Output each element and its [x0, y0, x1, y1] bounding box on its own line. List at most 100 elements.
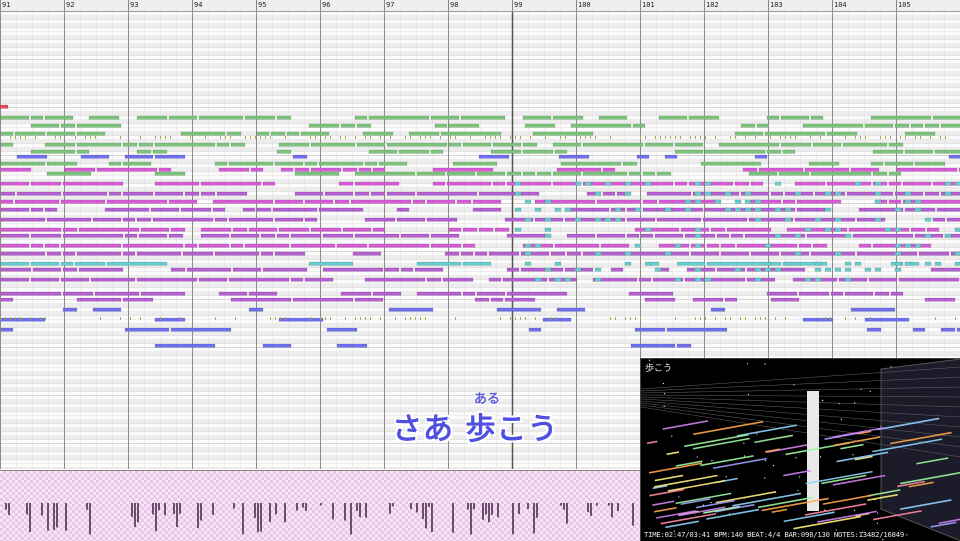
note [427, 278, 441, 281]
note [341, 124, 355, 127]
note [63, 192, 107, 195]
note [371, 192, 385, 195]
note [79, 228, 139, 231]
note [1, 318, 45, 321]
note [183, 252, 213, 255]
note [705, 278, 711, 281]
note [263, 344, 291, 347]
note [795, 218, 855, 221]
note [31, 124, 59, 127]
note [637, 155, 649, 158]
note [263, 182, 275, 185]
note [201, 228, 231, 231]
bar-number-99: 99 [512, 0, 522, 10]
note [31, 234, 61, 237]
note [185, 244, 197, 247]
note [1, 292, 61, 295]
note [575, 268, 581, 271]
velocity-lane[interactable] [0, 470, 640, 541]
note [477, 292, 505, 295]
velocity-bar [65, 503, 67, 531]
note [945, 182, 951, 185]
note [737, 244, 767, 247]
velocity-bar [41, 503, 43, 516]
note [525, 252, 531, 255]
note [93, 218, 121, 221]
note [447, 182, 491, 185]
velocity-bar [485, 503, 487, 514]
note [335, 200, 349, 203]
note [707, 262, 767, 265]
note [45, 244, 59, 247]
bar-number-95: 95 [256, 0, 266, 10]
note [625, 182, 631, 185]
velocity-bar [86, 503, 88, 510]
note [379, 162, 407, 165]
velocity-bar [29, 503, 31, 532]
note [105, 208, 149, 211]
note [755, 200, 761, 203]
note [885, 162, 913, 165]
note [249, 228, 277, 231]
note [875, 200, 881, 203]
note [633, 124, 645, 127]
note [445, 252, 459, 255]
note [409, 132, 439, 135]
note [835, 228, 841, 231]
note [219, 292, 247, 295]
note [65, 168, 95, 171]
note [479, 228, 493, 231]
bar-tick [320, 0, 321, 11]
note [889, 200, 901, 203]
note [1, 228, 61, 231]
note [545, 234, 551, 237]
note [387, 192, 415, 195]
note [81, 155, 109, 158]
note [433, 182, 445, 185]
note [1, 218, 45, 221]
bar-number-98: 98 [448, 0, 458, 10]
note [783, 200, 795, 203]
velocity-bar [233, 503, 235, 509]
note [605, 218, 611, 221]
note [675, 143, 703, 146]
note [835, 218, 841, 221]
note [275, 200, 303, 203]
note [427, 218, 457, 221]
note [233, 228, 247, 231]
note [125, 234, 137, 237]
note [927, 228, 939, 231]
preview-song-title: 歩こう [645, 361, 672, 374]
note [721, 244, 735, 247]
velocity-bar [527, 503, 529, 509]
bar-number-103: 103 [768, 0, 783, 10]
note [47, 218, 91, 221]
note [305, 162, 317, 165]
note [325, 192, 353, 195]
note [583, 172, 627, 175]
note [373, 228, 385, 231]
note [277, 150, 291, 153]
velocity-bar [533, 503, 535, 533]
note [827, 132, 857, 135]
velocity-bar [416, 503, 418, 512]
note [917, 200, 960, 203]
velocity-bar [452, 503, 454, 533]
note [647, 192, 691, 195]
note [775, 268, 781, 271]
note [305, 200, 333, 203]
note [757, 124, 769, 127]
note [77, 143, 121, 146]
bar-ruler[interactable]: 919293949596979899100101102103104105 [0, 0, 960, 12]
note [765, 268, 771, 271]
note [141, 292, 185, 295]
note [711, 228, 725, 231]
note [695, 244, 701, 247]
note [955, 182, 960, 185]
note [31, 182, 61, 185]
note [553, 172, 581, 175]
note [355, 298, 383, 301]
note [31, 244, 43, 247]
note [525, 244, 531, 247]
note [693, 298, 723, 301]
